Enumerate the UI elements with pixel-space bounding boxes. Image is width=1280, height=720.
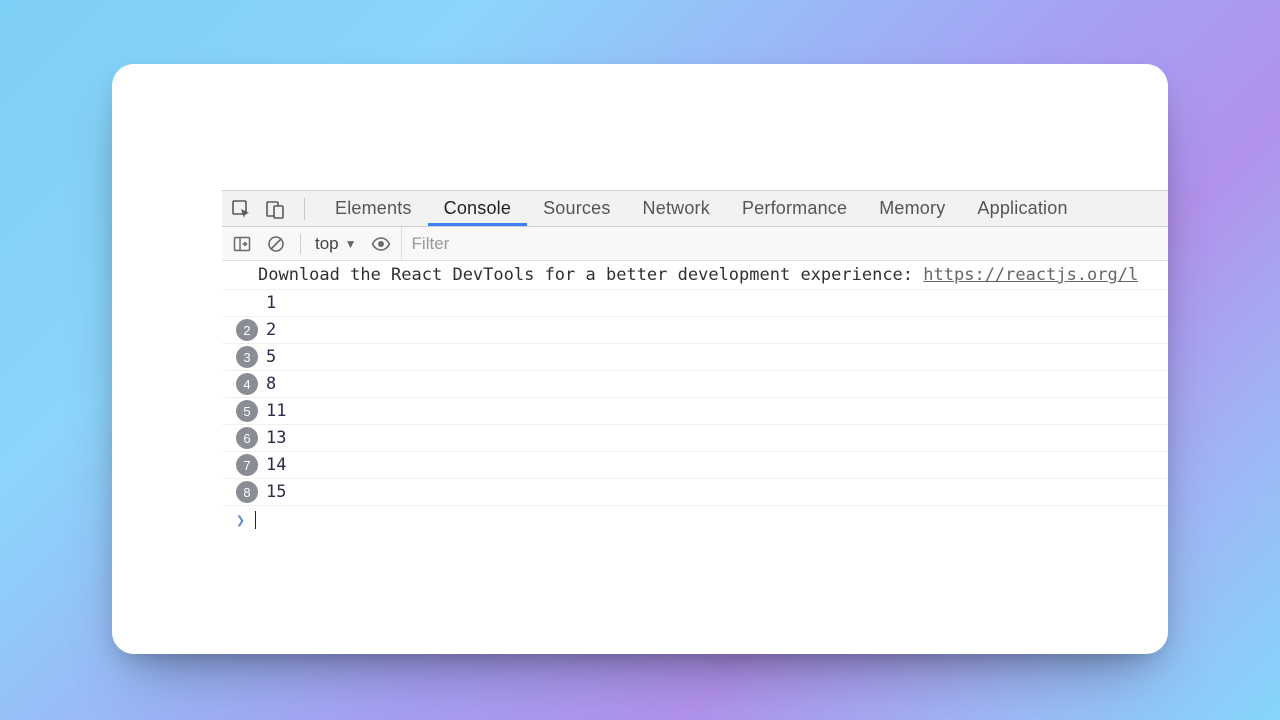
inspect-icon[interactable] bbox=[230, 198, 252, 220]
console-prompt[interactable]: ❯ bbox=[222, 506, 1168, 533]
tab-application[interactable]: Application bbox=[961, 191, 1083, 226]
separator bbox=[304, 198, 305, 220]
log-value: 8 bbox=[266, 374, 276, 394]
chevron-down-icon: ▼ bbox=[345, 237, 357, 251]
tab-elements[interactable]: Elements bbox=[319, 191, 428, 226]
separator bbox=[300, 234, 301, 254]
context-selector[interactable]: top ▼ bbox=[315, 234, 357, 254]
console-log-row: 7 14 bbox=[222, 452, 1168, 479]
log-value: 5 bbox=[266, 347, 276, 367]
log-value: 13 bbox=[266, 428, 286, 448]
browser-window: Elements Console Sources Network Perform… bbox=[112, 64, 1168, 654]
console-messages: Download the React DevTools for a better… bbox=[222, 261, 1168, 533]
tab-performance[interactable]: Performance bbox=[726, 191, 863, 226]
tab-memory[interactable]: Memory bbox=[863, 191, 961, 226]
devtools-panel: Elements Console Sources Network Perform… bbox=[222, 190, 1168, 533]
info-text: Download the React DevTools for a better… bbox=[258, 265, 923, 285]
console-log-row: 48 bbox=[222, 371, 1168, 398]
live-expression-icon[interactable] bbox=[371, 234, 391, 254]
log-value: 2 bbox=[266, 320, 276, 340]
tab-console[interactable]: Console bbox=[428, 191, 527, 226]
input-caret bbox=[255, 511, 256, 529]
repeat-count-badge: 6 bbox=[236, 427, 258, 449]
console-log-row: 6 13 bbox=[222, 425, 1168, 452]
filter-input[interactable] bbox=[402, 227, 1168, 260]
console-log-row: 5 11 bbox=[222, 398, 1168, 425]
console-log-row: 8 15 bbox=[222, 479, 1168, 506]
repeat-count-badge: 7 bbox=[236, 454, 258, 476]
info-link[interactable]: https://reactjs.org/l bbox=[923, 265, 1138, 285]
device-toggle-icon[interactable] bbox=[264, 198, 286, 220]
log-value: 14 bbox=[266, 455, 286, 475]
repeat-count-badge: 4 bbox=[236, 373, 258, 395]
console-log-row: 35 bbox=[222, 344, 1168, 371]
log-value: 1 bbox=[266, 293, 276, 313]
console-log-row: 22 bbox=[222, 317, 1168, 344]
tab-sources[interactable]: Sources bbox=[527, 191, 626, 226]
console-info-message: Download the React DevTools for a better… bbox=[222, 261, 1168, 290]
tab-network[interactable]: Network bbox=[627, 191, 726, 226]
devtools-tabbar: Elements Console Sources Network Perform… bbox=[222, 191, 1168, 227]
clear-console-icon[interactable] bbox=[266, 234, 286, 254]
repeat-count-badge: 5 bbox=[236, 400, 258, 422]
context-label: top bbox=[315, 234, 339, 254]
log-value: 11 bbox=[266, 401, 286, 421]
repeat-count-badge: 8 bbox=[236, 481, 258, 503]
log-value: 15 bbox=[266, 482, 286, 502]
console-toolbar: top ▼ bbox=[222, 227, 1168, 261]
console-log-row: 1 bbox=[222, 290, 1168, 317]
repeat-count-badge: 2 bbox=[236, 319, 258, 341]
repeat-count-badge: 3 bbox=[236, 346, 258, 368]
sidebar-toggle-icon[interactable] bbox=[232, 234, 252, 254]
prompt-chevron-icon: ❯ bbox=[236, 511, 245, 529]
